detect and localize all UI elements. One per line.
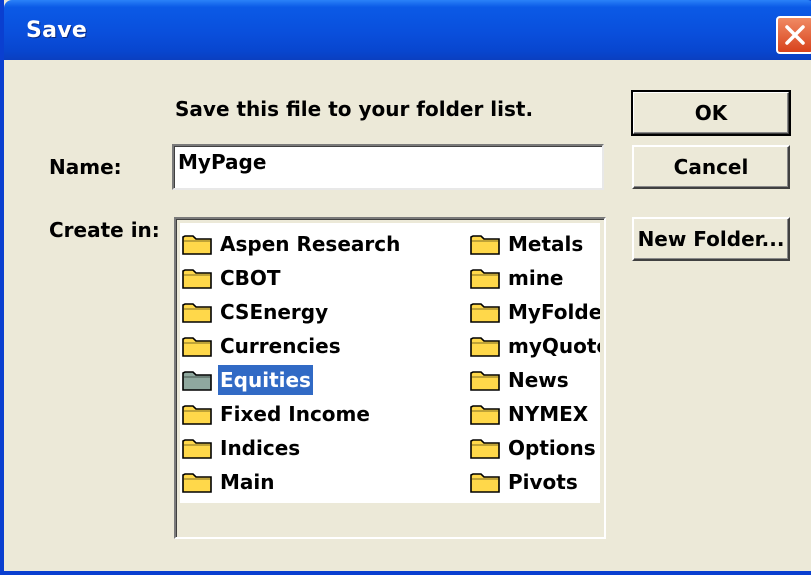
folder-label: Indices [220,436,301,460]
folder-icon [470,303,500,323]
folder-icon [182,405,212,425]
folder-list-items: Aspen Research CBOT CSEnergy Currencies Equi… [180,223,600,503]
folder-label: myQuote [508,334,600,358]
folder-icon [182,337,212,357]
folder-item[interactable]: Currencies [182,331,343,361]
folder-icon [470,337,500,357]
create-in-label: Create in: [49,218,160,242]
folder-label: Metals [508,232,584,256]
folder-icon [182,473,212,493]
folder-label: Pivots [508,470,578,494]
folder-item[interactable]: CBOT [182,263,283,293]
folder-label: Options [508,436,596,460]
folder-label: Main [220,470,275,494]
folder-icon [182,235,212,255]
folder-item[interactable]: myQuote [470,331,600,361]
folder-item[interactable]: NYMEX [470,399,590,429]
folder-item[interactable]: Indices [182,433,302,463]
folder-icon [182,303,212,323]
folder-icon [470,473,500,493]
name-input[interactable]: MyPage [172,144,604,190]
folder-icon [470,439,500,459]
close-icon [785,25,805,45]
folder-label: CSEnergy [220,300,329,324]
folder-item[interactable]: Pivots [470,467,580,497]
new-folder-button[interactable]: New Folder... [632,217,790,261]
folder-label: Aspen Research [220,232,401,256]
horizontal-scrollbar[interactable] [180,505,600,535]
folder-icon [182,439,212,459]
folder-list[interactable]: Aspen Research CBOT CSEnergy Currencies Equi… [174,217,606,539]
folder-label: NYMEX [508,402,589,426]
folder-icon [470,269,500,289]
folder-label: MyFolde [508,300,600,324]
title-bar[interactable]: Save [4,0,811,60]
folder-label: mine [508,266,564,290]
folder-icon [470,371,500,391]
folder-label: News [508,368,569,392]
ok-button[interactable]: OK [631,90,791,136]
folder-label: Fixed Income [220,402,370,426]
folder-label: Currencies [220,334,341,358]
folder-item[interactable]: News [470,365,571,395]
prompt-text: Save this file to your folder list. [175,97,534,121]
window-title: Save [26,18,88,43]
close-button[interactable] [776,16,811,54]
name-label: Name: [49,155,122,179]
folder-label: Equities [218,365,313,395]
folder-item[interactable]: Metals [470,229,585,259]
folder-item[interactable]: mine [470,263,566,293]
folder-icon [182,371,212,391]
folder-label: CBOT [220,266,281,290]
folder-item[interactable]: Fixed Income [182,399,372,429]
folder-icon [470,405,500,425]
save-dialog: Save Save this file to your folder list.… [0,0,811,575]
folder-item[interactable]: Aspen Research [182,229,402,259]
folder-item[interactable]: MyFolde [470,297,600,327]
folder-icon [470,235,500,255]
folder-item[interactable]: Equities [182,365,313,395]
folder-icon [182,269,212,289]
folder-item[interactable]: CSEnergy [182,297,330,327]
dialog-body: Save this file to your folder list. Name… [8,60,811,571]
cancel-button[interactable]: Cancel [632,145,790,189]
folder-item[interactable]: Options [470,433,598,463]
folder-item[interactable]: Main [182,467,277,497]
